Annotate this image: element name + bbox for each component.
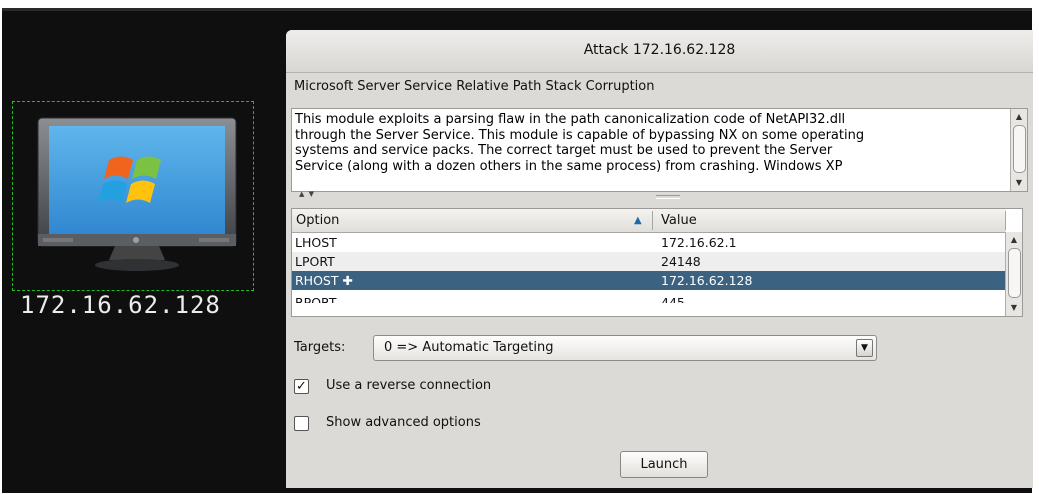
table-header: Option ▲ Value	[292, 209, 1006, 233]
divider-grip-icon	[656, 195, 680, 199]
attack-dialog: Attack 172.16.62.128 Microsoft Server Se…	[286, 30, 1033, 488]
advanced-options-label[interactable]: Show advanced options	[326, 415, 481, 430]
scroll-up-arrow-icon[interactable]: ▲	[1011, 111, 1027, 123]
description-line: Service (along with a dozen others in th…	[295, 158, 843, 174]
targets-dropdown[interactable]: 0 => Automatic Targeting ▼	[373, 335, 877, 361]
host-ip-label: 172.16.62.128	[20, 291, 221, 319]
split-pane-divider[interactable]: ▲ ▼	[291, 190, 1027, 202]
windows-xp-monitor-icon	[37, 117, 237, 271]
scroll-up-arrow-icon[interactable]: ▲	[1006, 234, 1022, 246]
module-description: This module exploits a parsing flaw in t…	[295, 112, 1007, 174]
column-header-option[interactable]: Option	[296, 209, 339, 232]
targets-selected-value: 0 => Automatic Targeting	[384, 340, 554, 355]
table-row[interactable]: LPORT 24148	[292, 252, 1006, 271]
scroll-down-arrow-icon[interactable]: ▼	[1006, 302, 1022, 314]
scrollbar-thumb[interactable]	[1013, 125, 1026, 173]
sort-ascending-icon: ▲	[634, 215, 642, 226]
description-line: systems and service packs. The correct t…	[295, 143, 833, 158]
option-name: RHOST ✚	[295, 273, 353, 288]
scroll-down-arrow-icon[interactable]: ▼	[1011, 177, 1027, 189]
column-divider	[1005, 211, 1006, 230]
description-line: This module exploits a parsing flaw in t…	[295, 112, 846, 127]
module-name: Microsoft Server Service Relative Path S…	[294, 79, 655, 94]
options-table: Option ▲ Value LHOST 172.16.62.1 LPORT 2…	[291, 208, 1023, 317]
reverse-connection-checkbox[interactable]: ✓	[294, 379, 309, 394]
table-row[interactable]: RPORT 445	[292, 290, 1006, 303]
launch-button[interactable]: Launch	[620, 451, 708, 478]
description-line: through the Server Service. This module …	[295, 127, 865, 143]
option-value[interactable]: 445	[661, 293, 685, 303]
scrollbar-thumb[interactable]	[1008, 248, 1021, 298]
option-value[interactable]: 172.16.62.128	[661, 271, 752, 290]
option-value[interactable]: 172.16.62.1	[661, 233, 737, 252]
table-scrollbar[interactable]: ▲ ▼	[1005, 232, 1022, 316]
table-row-selected[interactable]: RHOST ✚ 172.16.62.128	[292, 271, 1006, 290]
option-value[interactable]: 24148	[661, 252, 701, 271]
host-node[interactable]	[12, 101, 254, 291]
column-divider[interactable]	[652, 211, 653, 230]
dialog-title: Attack 172.16.62.128	[286, 30, 1033, 73]
option-name: LPORT	[295, 254, 335, 269]
option-name: LHOST	[295, 235, 337, 250]
chevron-down-icon[interactable]: ▼	[856, 339, 873, 357]
reverse-connection-label[interactable]: Use a reverse connection	[326, 378, 491, 393]
module-description-box: This module exploits a parsing flaw in t…	[291, 108, 1028, 192]
table-row[interactable]: LHOST 172.16.62.1	[292, 233, 1006, 252]
description-scrollbar[interactable]: ▲ ▼	[1010, 109, 1027, 191]
option-name: RPORT	[295, 295, 337, 303]
advanced-options-checkbox[interactable]	[294, 416, 309, 431]
column-header-value[interactable]: Value	[661, 209, 697, 232]
targets-label: Targets:	[294, 340, 346, 355]
collapse-arrows-icon[interactable]: ▲ ▼	[299, 190, 315, 198]
